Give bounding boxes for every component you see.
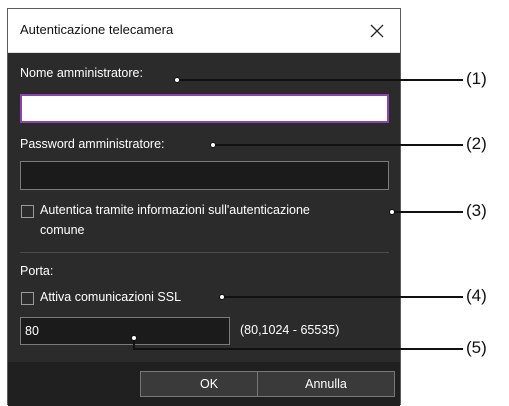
title-bar: Autenticazione telecamera [8,9,400,53]
cancel-button[interactable]: Annulla [257,371,395,397]
dialog-footer: OK Annulla [8,362,400,406]
common-auth-checkbox[interactable] [21,205,34,218]
close-button[interactable] [354,9,400,52]
ssl-label: Attiva comunicazioni SSL [40,290,182,304]
port-label: Porta: [20,264,54,278]
ssl-checkbox[interactable] [21,292,34,305]
callout-line-3 [394,211,463,213]
callout-label-5: (5) [466,338,487,357]
admin-password-input[interactable] [20,161,389,190]
callout-label-3: (3) [466,201,487,220]
admin-name-input[interactable] [20,94,389,123]
port-range-hint: (80,1024 - 65535) [240,323,340,337]
callout-label-1: (1) [466,69,487,88]
callout-label-2: (2) [466,134,487,153]
section-divider [20,252,389,253]
callout-line-5 [133,348,463,350]
callout-label-4: (4) [466,286,487,305]
dialog-title: Autenticazione telecamera [20,22,174,37]
admin-name-label: Nome amministratore: [20,66,143,80]
admin-password-label: Password amministratore: [20,137,165,151]
port-input[interactable] [20,317,230,345]
callout-line-2 [215,144,463,146]
common-auth-label-line2: comune [40,223,85,237]
close-icon [370,24,384,37]
common-auth-label-line1: Autentica tramite informazioni sull'aute… [40,203,310,217]
callout-line-4 [224,296,463,298]
camera-auth-dialog: Autenticazione telecamera Nome amministr… [7,8,401,406]
callout-line-1 [179,79,463,81]
